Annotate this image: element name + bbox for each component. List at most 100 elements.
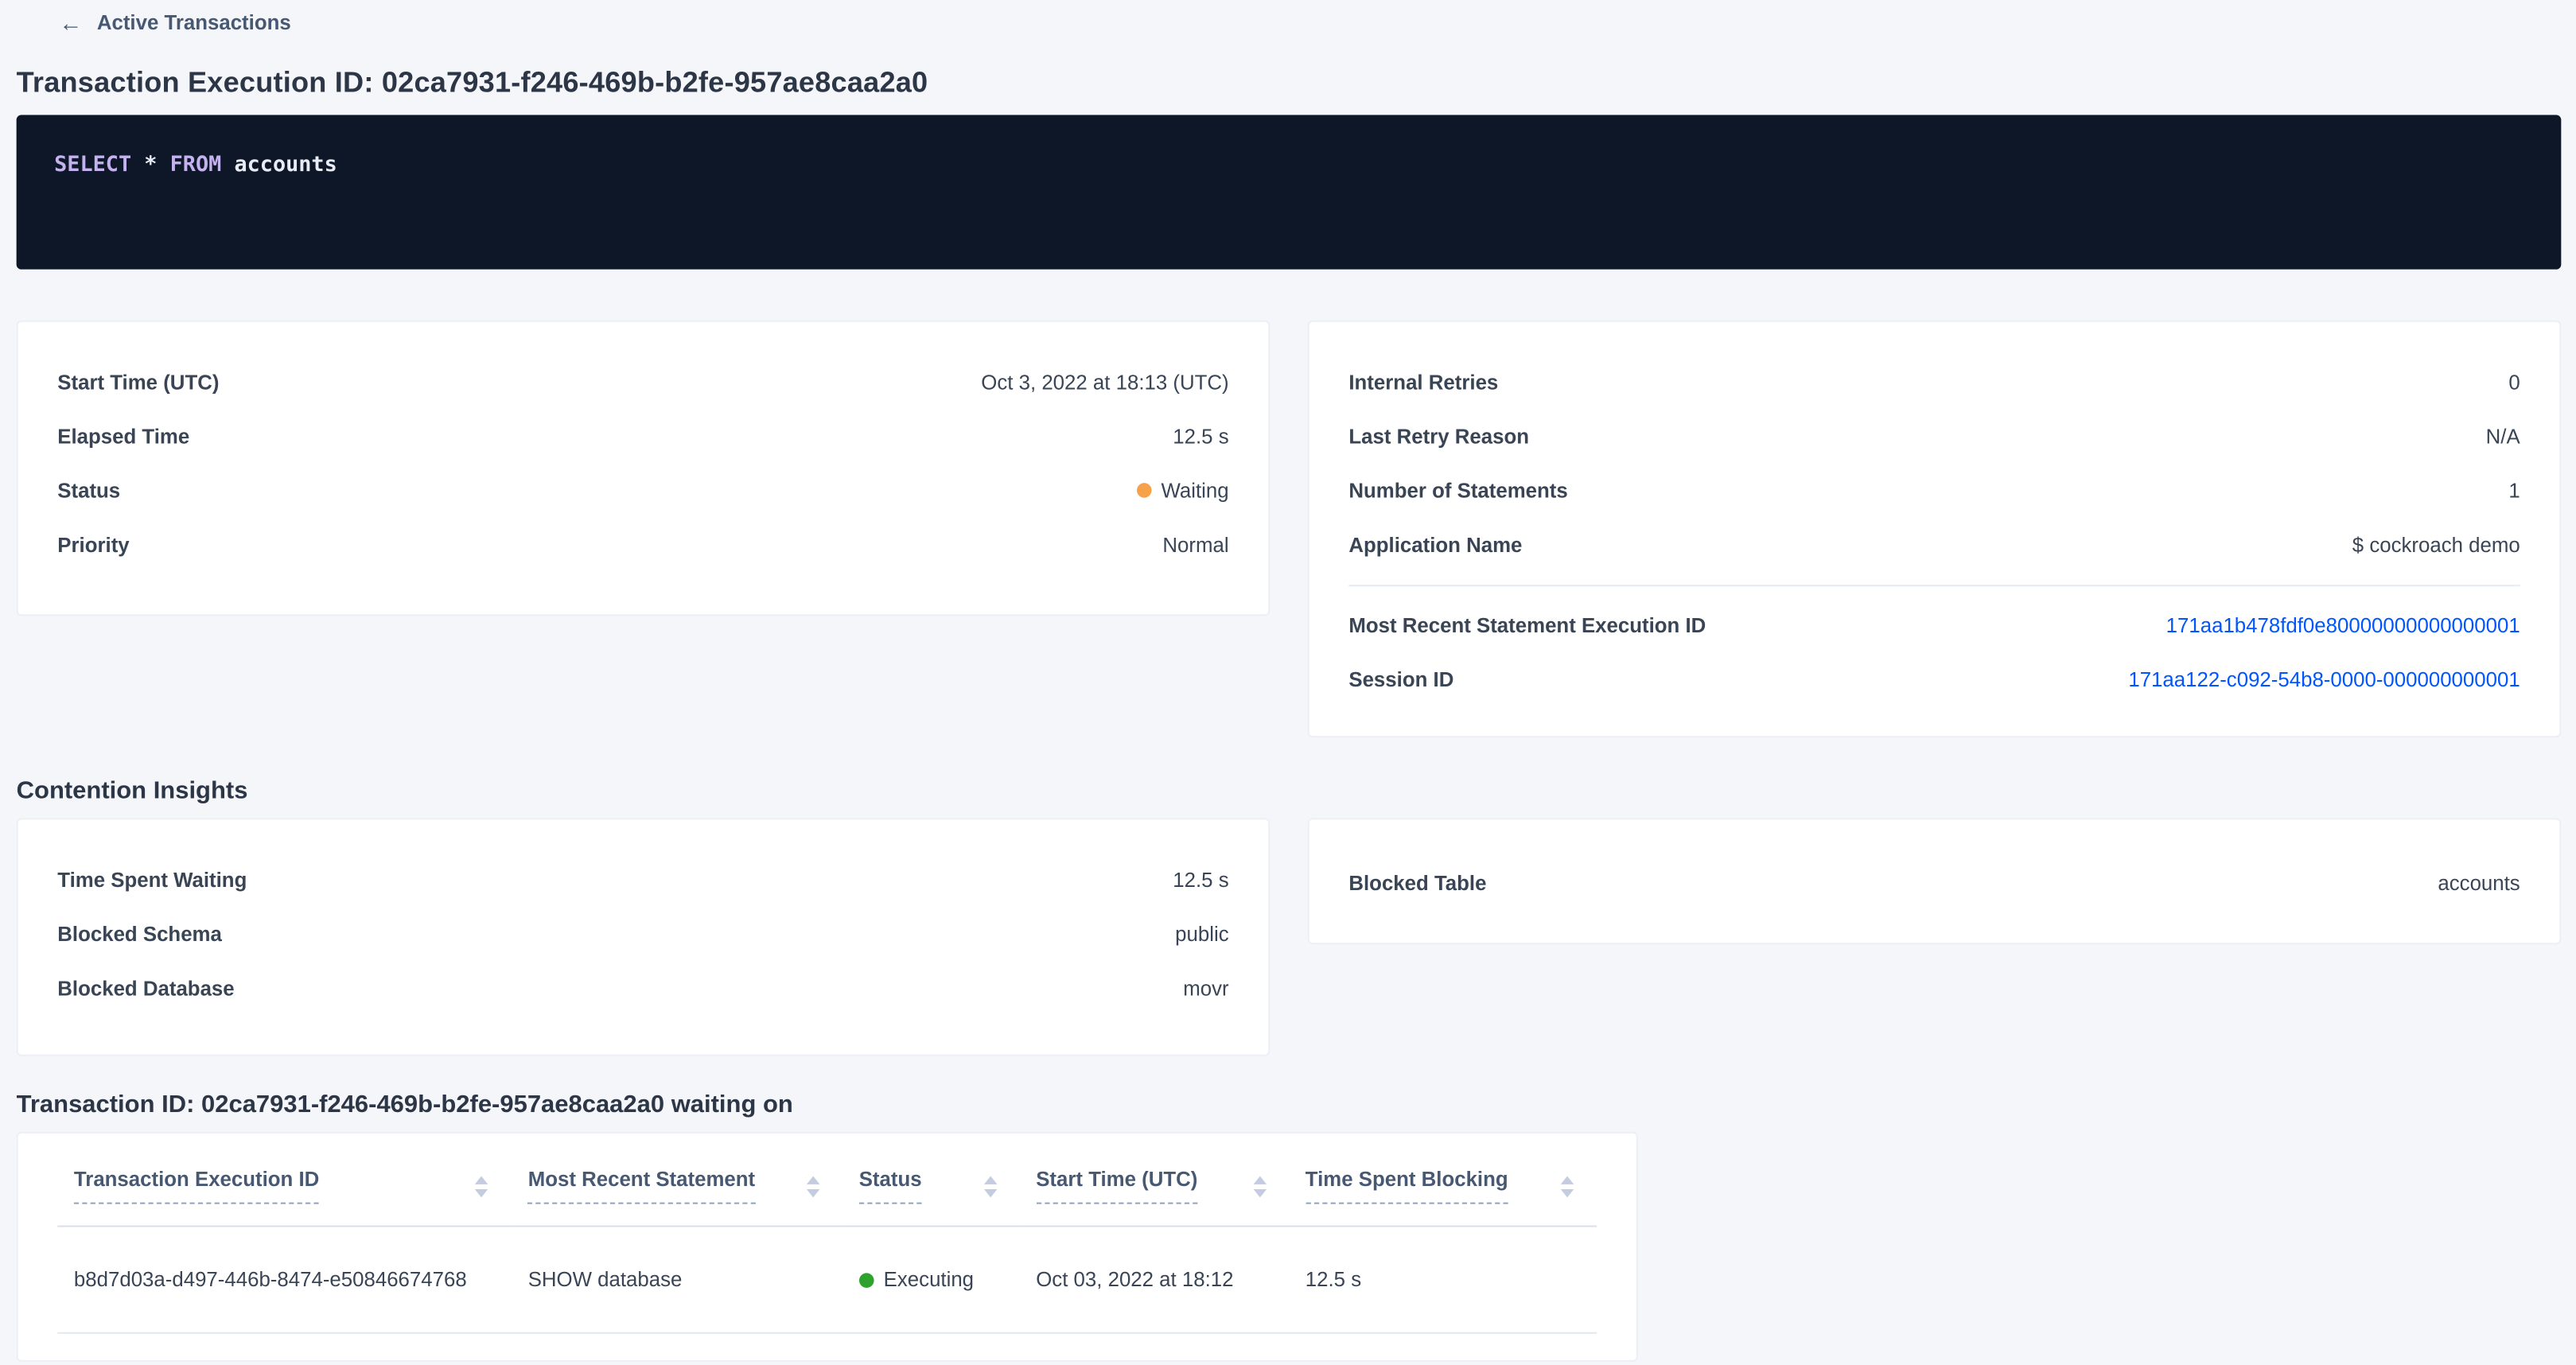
statement-count-value: 1 [2508,479,2520,502]
priority-label: Priority [57,533,129,556]
card-divider [1348,585,2520,586]
sort-asc-icon [1253,1176,1267,1184]
statement-count-label: Number of Statements [1348,479,1567,502]
application-name-value: $ cockroach demo [2352,533,2520,556]
sort-asc-icon [1561,1176,1574,1184]
time-spent-waiting-value: 12.5 s [1173,868,1228,891]
overview-card: Start Time (UTC) Oct 3, 2022 at 18:13 (U… [17,321,1270,616]
column-header-label: Most Recent Statement [528,1168,755,1204]
details-card: Internal Retries 0 Last Retry Reason N/A… [1308,321,2562,738]
elapsed-time-value: 12.5 s [1173,425,1228,448]
sort-desc-icon [1253,1188,1267,1196]
table-row: b8d7d03a-d497-446b-8474-e50846674768 SHO… [57,1227,1597,1332]
priority-value: Normal [1162,533,1228,556]
last-retry-reason-row: Last Retry Reason N/A [1348,409,2520,463]
internal-retries-value: 0 [2508,371,2520,394]
start-time-value: Oct 3, 2022 at 18:13 (UTC) [981,371,1228,394]
internal-retries-row: Internal Retries 0 [1348,355,2520,409]
blocked-schema-label: Blocked Schema [57,922,222,945]
status-row: Status Waiting [57,463,1228,517]
blocked-schema-value: public [1175,922,1228,945]
blocked-table-value: accounts [2438,871,2520,894]
sql-keyword-select: SELECT [54,153,131,177]
status-badge: Executing [859,1268,974,1291]
contention-right-card: Blocked Table accounts [1308,818,2562,944]
sort-icon[interactable] [1253,1176,1267,1197]
sql-keyword-from: FROM [170,153,222,177]
table-header-row: Transaction Execution ID Most Recent Sta… [57,1153,1597,1227]
sql-table-name: accounts [234,153,337,177]
last-retry-reason-label: Last Retry Reason [1348,425,1529,448]
scale-wrapper: ← Active Transactions Transaction Execut… [0,0,2576,1365]
sql-statement: SELECT * FROM accounts [54,153,337,177]
column-header-label: Time Spent Blocking [1306,1168,1508,1204]
waiting-on-heading: Transaction ID: 02ca7931-f246-469b-b2fe-… [17,1091,2562,1118]
sql-statement-box: SELECT * FROM accounts [17,115,2562,270]
waiting-on-table-card: Transaction Execution ID Most Recent Sta… [17,1132,1638,1362]
column-header-label: Transaction Execution ID [74,1168,319,1204]
session-id-row: Session ID 171aa122-c092-54b8-0000-00000… [1348,652,2520,706]
internal-retries-label: Internal Retries [1348,371,1498,394]
blocked-schema-row: Blocked Schema public [57,907,1228,961]
sort-icon[interactable] [1561,1176,1574,1197]
blocked-database-value: movr [1183,977,1228,1000]
last-retry-reason-value: N/A [2486,425,2520,448]
elapsed-time-label: Elapsed Time [57,425,189,448]
contention-left-card: Time Spent Waiting 12.5 s Blocked Schema… [17,818,1270,1056]
sort-asc-icon [983,1176,997,1184]
sort-asc-icon [807,1176,820,1184]
waiting-status-dot-icon [1137,483,1152,498]
time-spent-waiting-row: Time Spent Waiting 12.5 s [57,853,1228,907]
elapsed-time-row: Elapsed Time 12.5 s [57,409,1228,463]
start-time-row: Start Time (UTC) Oct 3, 2022 at 18:13 (U… [57,355,1228,409]
summary-cards-row: Start Time (UTC) Oct 3, 2022 at 18:13 (U… [17,321,2562,738]
sort-asc-icon [476,1176,489,1184]
column-header-label: Status [859,1168,922,1204]
status-value: Waiting [1162,479,1229,502]
transaction-details-page: ← Active Transactions Transaction Execut… [0,0,2576,1365]
sort-desc-icon [476,1188,489,1196]
column-header-time-spent-blocking[interactable]: Time Spent Blocking [1289,1153,1597,1227]
back-arrow-icon: ← [59,11,82,34]
column-header-status[interactable]: Status [842,1153,1020,1227]
column-header-label: Start Time (UTC) [1036,1168,1197,1204]
application-name-row: Application Name $ cockroach demo [1348,517,2520,571]
statement-execution-id-label: Most Recent Statement Execution ID [1348,613,1706,636]
column-header-start-time[interactable]: Start Time (UTC) [1020,1153,1290,1227]
application-name-label: Application Name [1348,533,1522,556]
contention-cards-row: Time Spent Waiting 12.5 s Blocked Schema… [17,818,2562,1056]
session-id-label: Session ID [1348,667,1453,690]
status-label: Status [57,479,120,502]
time-spent-waiting-label: Time Spent Waiting [57,868,247,891]
priority-row: Priority Normal [57,517,1228,571]
waiting-on-table: Transaction Execution ID Most Recent Sta… [57,1153,1597,1333]
statement-execution-id-row: Most Recent Statement Execution ID 171aa… [1348,598,2520,652]
statement-execution-id-link[interactable]: 171aa1b478fdf0e80000000000000001 [2166,613,2520,636]
cell-most-recent-statement: SHOW database [512,1227,842,1332]
column-header-transaction-execution-id[interactable]: Transaction Execution ID [57,1153,512,1227]
column-header-most-recent-statement[interactable]: Most Recent Statement [512,1153,842,1227]
executing-status-dot-icon [859,1272,874,1287]
blocked-database-label: Blocked Database [57,977,234,1000]
start-time-label: Start Time (UTC) [57,371,219,394]
status-value: Executing [884,1268,974,1291]
blocked-table-label: Blocked Table [1348,871,1486,894]
page-title: Transaction Execution ID: 02ca7931-f246-… [17,66,2562,100]
blocked-table-row: Blocked Table accounts [1348,856,2520,910]
contention-insights-heading: Contention Insights [17,777,2562,805]
status-badge: Waiting [1137,479,1229,502]
session-id-link[interactable]: 171aa122-c092-54b8-0000-000000000001 [2128,667,2520,690]
blocked-database-row: Blocked Database movr [57,961,1228,1015]
sort-desc-icon [983,1188,997,1196]
sort-desc-icon [1561,1188,1574,1196]
sort-icon[interactable] [476,1176,489,1197]
cell-transaction-execution-id: b8d7d03a-d497-446b-8474-e50846674768 [57,1227,512,1332]
cell-time-spent-blocking: 12.5 s [1289,1227,1597,1332]
sort-desc-icon [807,1188,820,1196]
cell-status: Executing [842,1227,1020,1332]
sort-icon[interactable] [807,1176,820,1197]
statement-count-row: Number of Statements 1 [1348,463,2520,517]
back-link[interactable]: ← Active Transactions [59,8,2561,37]
sort-icon[interactable] [983,1176,997,1197]
back-link-label: Active Transactions [97,11,291,34]
